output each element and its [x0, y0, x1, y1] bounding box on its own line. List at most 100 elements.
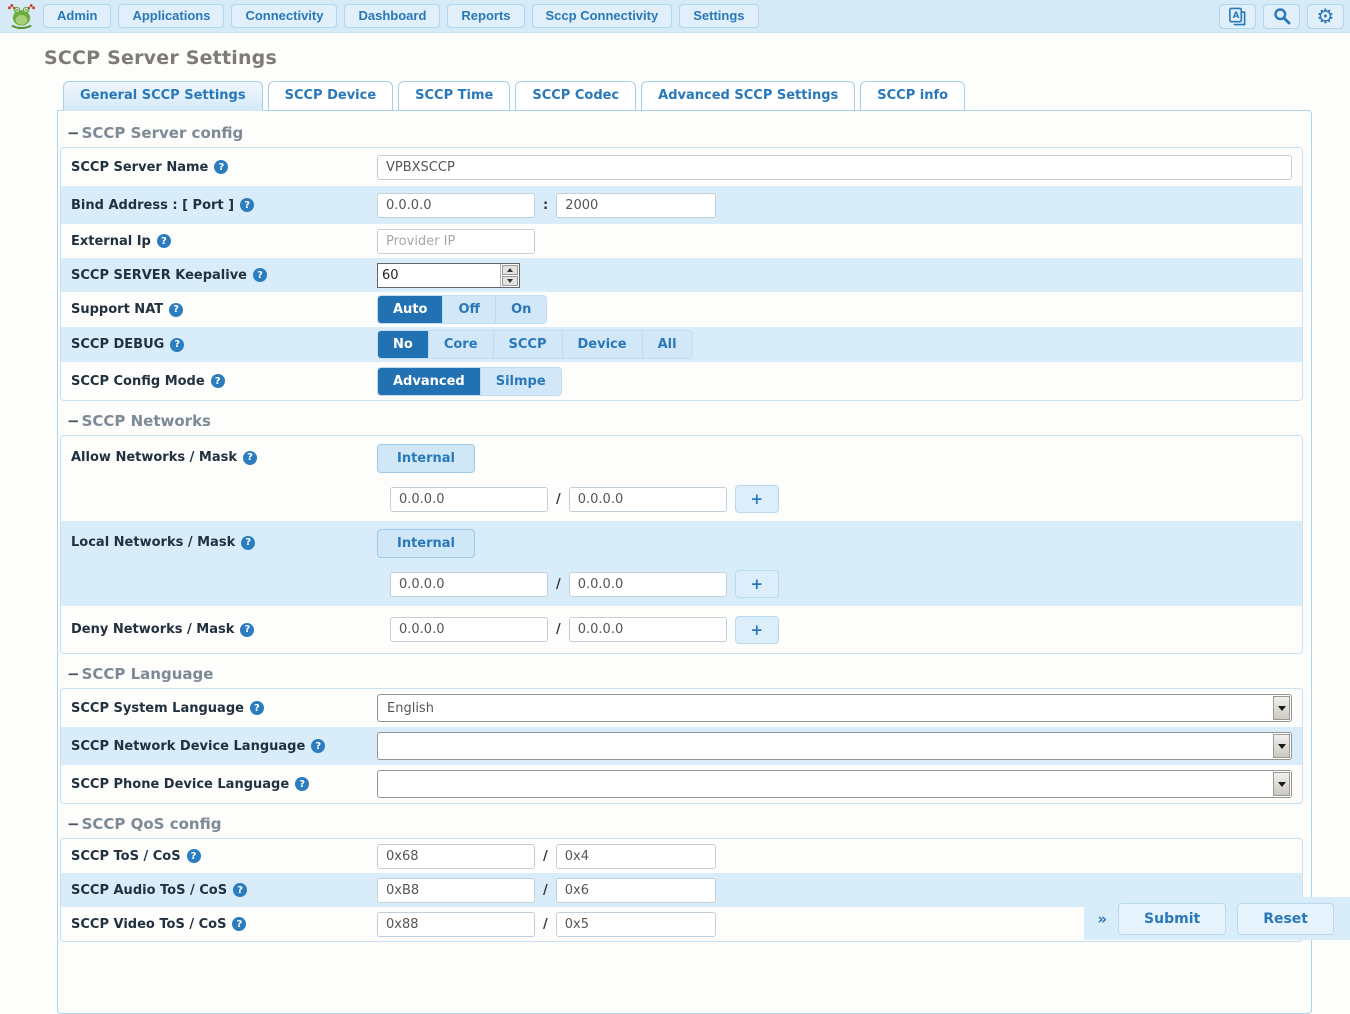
nav-item-applications[interactable]: Applications — [118, 4, 224, 28]
dropdown-arrow-icon[interactable] — [1273, 696, 1290, 720]
debug-no-button[interactable]: No — [378, 331, 429, 358]
collapse-chevron-icon[interactable]: » — [1097, 910, 1107, 928]
video-cos-input[interactable] — [556, 912, 716, 937]
tos-input[interactable] — [377, 844, 535, 869]
config-mode-advanced-button[interactable]: Advanced — [378, 368, 481, 395]
dropdown-arrow-icon[interactable] — [1273, 734, 1290, 758]
collapse-icon[interactable]: − — [67, 412, 80, 430]
question-circle-icon[interactable]: ? — [157, 234, 171, 248]
system-language-select[interactable]: English — [377, 694, 1292, 722]
deny-network-input[interactable] — [390, 617, 548, 642]
question-circle-icon[interactable]: ? — [170, 338, 184, 352]
debug-device-button[interactable]: Device — [563, 331, 643, 358]
row-sccp-tos: SCCP ToS / CoS ? / — [61, 839, 1302, 873]
language-button[interactable]: A — [1219, 4, 1256, 29]
question-circle-icon[interactable]: ? — [240, 623, 254, 637]
nav-item-connectivity[interactable]: Connectivity — [231, 4, 337, 28]
local-add-button[interactable]: + — [735, 570, 779, 598]
phone-device-language-select[interactable] — [377, 770, 1292, 798]
deny-add-button[interactable]: + — [735, 616, 779, 644]
settings-gear-button[interactable]: ⚙ — [1307, 4, 1344, 29]
question-circle-icon[interactable]: ? — [233, 883, 247, 897]
local-mask-input[interactable] — [569, 572, 727, 597]
allow-network-input[interactable] — [390, 487, 548, 512]
config-mode-group: Advanced Silmpe — [377, 367, 562, 396]
field-label: SCCP Phone Device Language — [71, 777, 289, 792]
row-phone-device-language: SCCP Phone Device Language ? — [61, 765, 1302, 803]
question-circle-icon[interactable]: ? — [211, 374, 225, 388]
tab-sccp-time[interactable]: SCCP Time — [398, 81, 510, 111]
field-label: SCCP Audio ToS / CoS — [71, 883, 227, 898]
tab-sccp-device[interactable]: SCCP Device — [268, 81, 394, 111]
nav-item-sccp-connectivity[interactable]: Sccp Connectivity — [532, 4, 673, 28]
nav-item-admin[interactable]: Admin — [43, 4, 111, 28]
row-support-nat: Support NAT ? Auto Off On — [61, 292, 1302, 327]
allow-add-button[interactable]: + — [735, 485, 779, 513]
nav-item-reports[interactable]: Reports — [447, 4, 524, 28]
allow-mask-input[interactable] — [569, 487, 727, 512]
row-keepalive: SCCP SERVER Keepalive ? 60 — [61, 258, 1302, 292]
slash-separator: / — [556, 622, 561, 637]
field-label: SCCP SERVER Keepalive — [71, 268, 247, 283]
debug-all-button[interactable]: All — [643, 331, 692, 358]
tab-general-sccp-settings[interactable]: General SCCP Settings — [63, 81, 263, 111]
local-network-input[interactable] — [390, 572, 548, 597]
nav-item-dashboard[interactable]: Dashboard — [344, 4, 440, 28]
question-circle-icon[interactable]: ? — [214, 160, 228, 174]
debug-sccp-button[interactable]: SCCP — [494, 331, 563, 358]
nat-on-button[interactable]: On — [496, 296, 546, 323]
row-allow-networks: Allow Networks / Mask ? Internal / + — [61, 436, 1302, 521]
stepper-arrows-icon[interactable] — [500, 264, 519, 287]
question-circle-icon[interactable]: ? — [187, 849, 201, 863]
row-sccp-server-name: SCCP Server Name ? — [61, 148, 1302, 186]
tab-sccp-info[interactable]: SCCP info — [860, 81, 965, 111]
top-navbar: Admin Applications Connectivity Dashboar… — [0, 0, 1350, 33]
allow-internal-button[interactable]: Internal — [377, 444, 475, 473]
field-label: SCCP Config Mode — [71, 374, 205, 389]
question-circle-icon[interactable]: ? — [243, 451, 257, 465]
video-tos-input[interactable] — [377, 912, 535, 937]
slash-separator: / — [543, 883, 548, 898]
audio-tos-input[interactable] — [377, 878, 535, 903]
bind-port-input[interactable] — [556, 193, 716, 218]
nat-off-button[interactable]: Off — [443, 296, 496, 323]
collapse-icon[interactable]: − — [67, 815, 80, 833]
external-ip-input[interactable] — [377, 229, 535, 254]
bind-address-input[interactable] — [377, 193, 535, 218]
cos-input[interactable] — [556, 844, 716, 869]
field-label: Deny Networks / Mask — [71, 622, 234, 637]
debug-core-button[interactable]: Core — [429, 331, 494, 358]
keepalive-stepper[interactable]: 60 — [377, 263, 520, 288]
question-circle-icon[interactable]: ? — [232, 917, 246, 931]
question-circle-icon[interactable]: ? — [295, 777, 309, 791]
svg-text:A: A — [1233, 10, 1240, 20]
nat-auto-button[interactable]: Auto — [378, 296, 443, 323]
collapse-icon[interactable]: − — [67, 124, 80, 142]
network-device-language-select[interactable] — [377, 732, 1292, 760]
question-circle-icon[interactable]: ? — [253, 268, 267, 282]
section-header-networks: − SCCP Networks — [67, 412, 1303, 430]
tab-advanced-sccp-settings[interactable]: Advanced SCCP Settings — [641, 81, 855, 111]
frog-logo[interactable] — [6, 3, 36, 30]
local-internal-button[interactable]: Internal — [377, 529, 475, 558]
config-mode-simple-button[interactable]: Silmpe — [481, 368, 561, 395]
audio-cos-input[interactable] — [556, 878, 716, 903]
question-circle-icon[interactable]: ? — [169, 303, 183, 317]
submit-button[interactable]: Submit — [1118, 903, 1226, 935]
question-circle-icon[interactable]: ? — [240, 198, 254, 212]
question-circle-icon[interactable]: ? — [241, 536, 255, 550]
section-box-server-config: SCCP Server Name ? Bind Address : [ Port… — [60, 147, 1303, 401]
dropdown-arrow-icon[interactable] — [1273, 772, 1290, 796]
slash-separator: / — [543, 849, 548, 864]
tab-sccp-codec[interactable]: SCCP Codec — [515, 81, 636, 111]
section-header-qos: − SCCP QoS config — [67, 815, 1303, 833]
question-circle-icon[interactable]: ? — [250, 701, 264, 715]
collapse-icon[interactable]: − — [67, 665, 80, 683]
field-label: SCCP ToS / CoS — [71, 849, 181, 864]
nav-item-settings[interactable]: Settings — [679, 4, 758, 28]
sccp-server-name-input[interactable] — [377, 155, 1292, 180]
deny-mask-input[interactable] — [569, 617, 727, 642]
search-button[interactable] — [1263, 4, 1300, 29]
reset-button[interactable]: Reset — [1237, 903, 1334, 935]
question-circle-icon[interactable]: ? — [311, 739, 325, 753]
